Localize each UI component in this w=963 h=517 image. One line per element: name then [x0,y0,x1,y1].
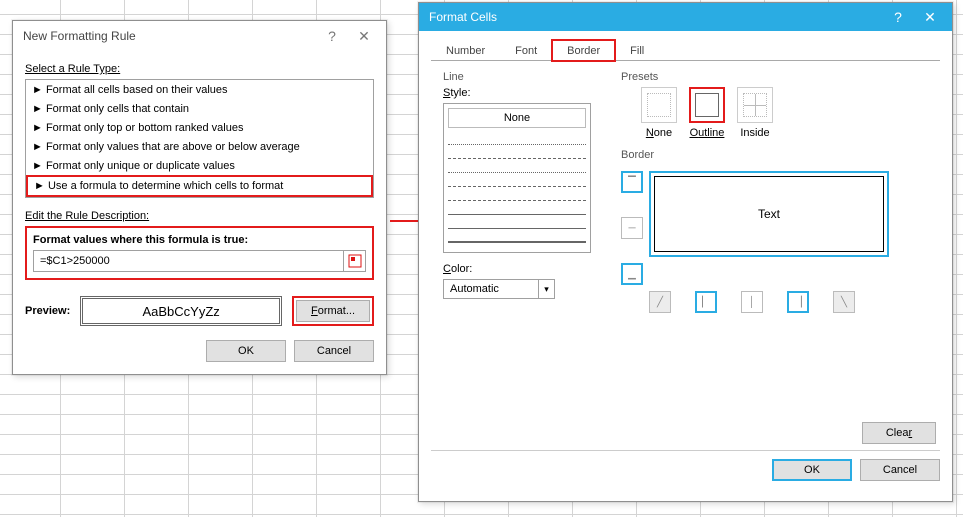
rule-type-item-selected[interactable]: ► Use a formula to determine which cells… [26,175,373,197]
border-middle-h-button[interactable]: ─ [621,217,643,239]
dialog-titlebar: Format Cells ? ✕ [419,3,952,31]
format-button[interactable]: Format... [296,300,370,322]
color-value: Automatic [444,283,538,295]
line-style-option[interactable] [448,204,586,215]
preview-sample: AaBbCcYyZz [80,296,282,326]
dialog-titlebar: New Formatting Rule ? ✕ [13,21,386,51]
border-middle-v-button[interactable]: │ [741,291,763,313]
line-style-option[interactable] [448,162,586,173]
rule-type-item[interactable]: ► Format all cells based on their values [26,80,373,99]
color-label: C [443,263,451,275]
rule-type-list[interactable]: ► Format all cells based on their values… [25,79,374,198]
dialog-title: New Formatting Rule [23,29,136,43]
border-left-button[interactable]: ▏ [695,291,717,313]
border-bottom-button[interactable]: ▁ [621,263,643,285]
cancel-button[interactable]: Cancel [860,459,940,481]
cancel-button[interactable]: Cancel [294,340,374,362]
preset-inside[interactable]: Inside [737,87,773,139]
preset-outline[interactable]: Outline [689,87,725,139]
border-group-label: Border [621,149,928,161]
line-group-label: Line [443,71,603,83]
formula-input[interactable] [34,251,343,271]
tab-border[interactable]: Border [552,40,615,61]
rule-type-item[interactable]: ► Format only cells that contain [26,99,373,118]
new-formatting-rule-dialog: New Formatting Rule ? ✕ Select a Rule Ty… [12,20,387,375]
tab-font[interactable]: Font [500,40,552,61]
range-select-icon[interactable] [343,251,365,271]
border-diag-down-button[interactable]: ╲ [833,291,855,313]
ok-button[interactable]: OK [206,340,286,362]
rule-type-item[interactable]: ► Format only values that are above or b… [26,137,373,156]
line-style-none[interactable]: None [448,108,586,128]
formula-input-wrap [33,250,366,272]
tab-fill[interactable]: Fill [615,40,659,61]
clear-button[interactable]: Clear [862,422,936,444]
chevron-down-icon: ▾ [538,280,554,298]
border-top-button[interactable]: ▔ [621,171,643,193]
select-rule-type-label: Select a Rule Type: [25,63,374,75]
tab-number[interactable]: Number [431,40,500,61]
line-style-option[interactable] [448,148,586,159]
close-icon[interactable]: ✕ [914,9,946,26]
edit-description-label: Edit the Rule Description: [25,210,374,222]
line-style-option[interactable] [448,218,586,229]
color-dropdown[interactable]: Automatic ▾ [443,279,555,299]
preview-label: Preview: [25,305,70,317]
tab-bar: Number Font Border Fill [431,39,940,61]
presets-group-label: Presets [621,71,928,83]
line-style-option[interactable] [448,232,586,243]
border-right-button[interactable]: ▕ [787,291,809,313]
ok-button[interactable]: OK [772,459,852,481]
line-style-option[interactable] [448,176,586,187]
border-preview: Text [649,171,889,257]
formula-label: Format values where this formula is true… [33,234,366,246]
help-icon[interactable]: ? [882,9,914,25]
border-diag-up-button[interactable]: ╱ [649,291,671,313]
line-style-option[interactable] [448,134,586,145]
help-icon[interactable]: ? [316,28,348,44]
dialog-title: Format Cells [429,10,497,24]
preset-none[interactable]: None [641,87,677,139]
line-style-option[interactable] [448,190,586,201]
close-icon[interactable]: ✕ [348,28,380,45]
rule-type-item[interactable]: ► Format only unique or duplicate values [26,156,373,175]
rule-type-item[interactable]: ► Format only top or bottom ranked value… [26,118,373,137]
format-cells-dialog: Format Cells ? ✕ Number Font Border Fill… [418,2,953,502]
line-style-list[interactable]: None [443,103,591,253]
